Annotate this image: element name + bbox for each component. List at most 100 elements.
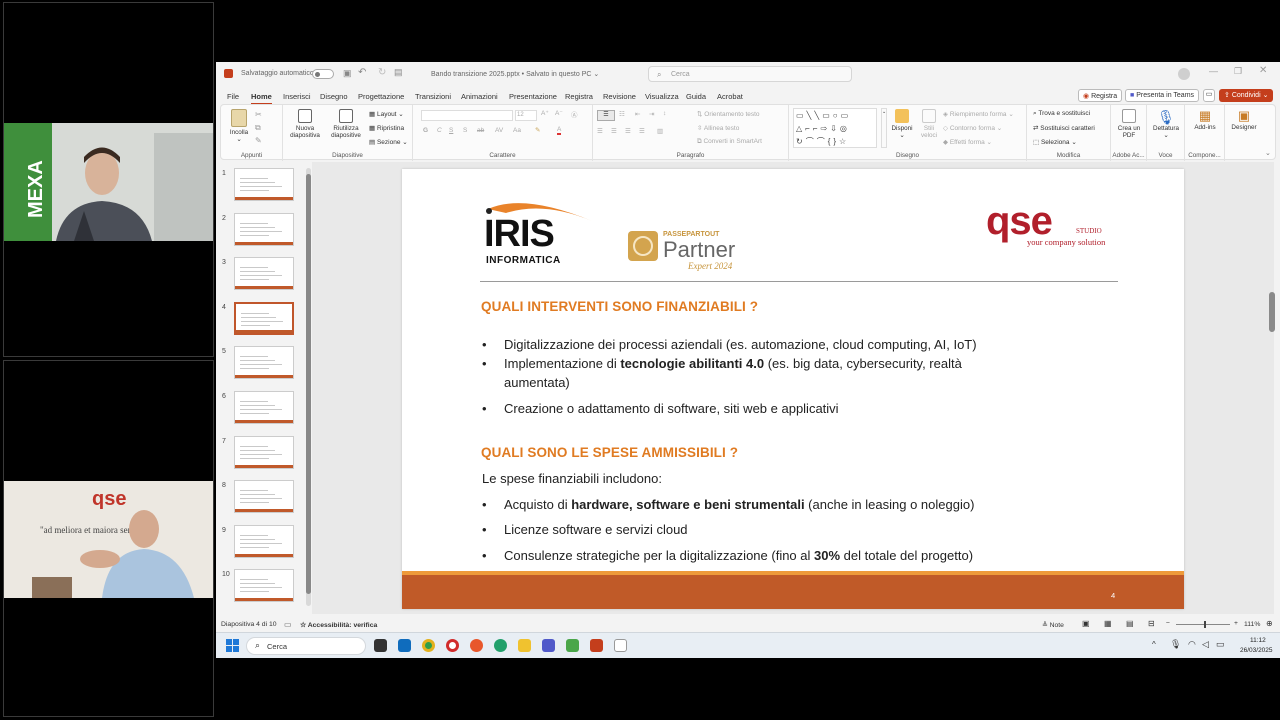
minimize-icon[interactable]: — xyxy=(1209,66,1218,76)
edge-icon[interactable] xyxy=(494,639,507,652)
copy-icon[interactable]: ⧉ xyxy=(255,123,261,133)
grow-font-icon[interactable]: A⁺ xyxy=(541,109,549,117)
decrease-indent-icon[interactable]: ⇤ xyxy=(635,110,640,118)
participant-tile-2[interactable]: qse "ad meliora et maiora semper" xyxy=(3,360,214,717)
wifi-icon[interactable]: ◠ xyxy=(1188,639,1196,650)
comments-icon[interactable]: ▭ xyxy=(1203,89,1215,102)
strikethrough-icon[interactable]: ab xyxy=(477,127,484,134)
user-avatar[interactable] xyxy=(1178,68,1190,80)
tab-insert[interactable]: Inserisci xyxy=(283,92,311,101)
clock-date[interactable]: 26/03/2025 xyxy=(1240,647,1273,654)
collapse-ribbon-icon[interactable]: ⌄ xyxy=(1265,149,1271,157)
align-left-icon[interactable]: ☰ xyxy=(597,127,603,135)
paste-button[interactable]: Incolla ⌄ xyxy=(227,109,251,144)
slide-thumbnail[interactable] xyxy=(234,480,294,514)
tab-slideshow[interactable]: Presentazione xyxy=(509,92,557,101)
slide-thumbnail[interactable] xyxy=(234,346,294,380)
reuse-slides-button[interactable]: Riutilizza diapositive xyxy=(327,109,365,140)
microphone-icon[interactable]: 🎙 xyxy=(1170,639,1181,650)
restore-icon[interactable]: ❐ xyxy=(1234,66,1242,77)
slide-thumbnail[interactable] xyxy=(234,435,294,469)
justify-icon[interactable]: ☰ xyxy=(639,127,645,135)
outlook-icon[interactable] xyxy=(398,639,411,652)
font-color-icon[interactable]: A xyxy=(557,126,562,135)
align-center-icon[interactable]: ☰ xyxy=(611,127,617,135)
windows-start-icon[interactable] xyxy=(226,639,239,652)
save-icon[interactable]: ▣ xyxy=(343,68,352,79)
present-from-start-icon[interactable]: ▤ xyxy=(394,67,403,78)
tab-draw[interactable]: Disegno xyxy=(320,92,348,101)
new-slide-button[interactable]: Nuova diapositiva xyxy=(287,109,323,140)
arrange-button[interactable]: Disponi ⌄ xyxy=(889,109,915,140)
align-right-icon[interactable]: ☰ xyxy=(625,127,631,135)
powerpoint-icon[interactable] xyxy=(590,639,603,652)
slide-thumbnail[interactable] xyxy=(234,168,294,201)
present-in-teams-button[interactable]: ■ Presenta in Teams xyxy=(1125,89,1200,102)
taskbar-search[interactable]: ⌕ Cerca xyxy=(246,637,366,655)
dictate-button[interactable]: 🎙 Dettatura ⌄ xyxy=(1149,109,1183,140)
participant-tile-1[interactable]: MEXA xyxy=(3,2,214,357)
close-icon[interactable]: ✕ xyxy=(1259,65,1267,76)
slide-thumbnail[interactable] xyxy=(234,569,294,603)
share-button[interactable]: ⇪ Condividi ⌄ xyxy=(1219,89,1274,102)
tab-review[interactable]: Revisione xyxy=(603,92,636,101)
tab-acrobat[interactable]: Acrobat xyxy=(717,92,743,101)
accessibility-button[interactable]: ☆ Accessibilità: verifica xyxy=(300,621,377,629)
shadow-icon[interactable]: S xyxy=(463,127,467,134)
clock-time[interactable]: 11:12 xyxy=(1250,637,1266,644)
clear-format-icon[interactable]: Ⓐ xyxy=(571,109,578,119)
zoom-in-icon[interactable]: + xyxy=(1234,620,1238,627)
shrink-font-icon[interactable]: A⁻ xyxy=(555,109,563,117)
reading-view-icon[interactable]: ▤ xyxy=(1126,619,1134,628)
zoom-out-icon[interactable]: − xyxy=(1166,620,1170,627)
tab-file[interactable]: File xyxy=(227,92,239,101)
fit-slide-icon[interactable]: ⊕ xyxy=(1266,619,1273,628)
designer-button[interactable]: ▣ Designer xyxy=(1227,108,1261,131)
search-box[interactable]: ⌕ Cerca xyxy=(648,66,852,82)
slide-thumbnail[interactable] xyxy=(234,524,294,558)
addins-button[interactable]: ▦ Add-ins xyxy=(1187,108,1223,131)
tab-help[interactable]: Guida xyxy=(686,92,706,101)
tab-design[interactable]: Progettazione xyxy=(358,92,404,101)
align-text-button[interactable]: ⇳ Allinea testo xyxy=(697,124,739,132)
chevron-up-icon[interactable]: ^ xyxy=(1152,640,1156,649)
chrome-icon[interactable] xyxy=(422,639,435,652)
tab-view[interactable]: Visualizza xyxy=(645,92,679,101)
redo-icon[interactable]: ↻ xyxy=(378,67,386,78)
slide-thumbnail[interactable] xyxy=(234,391,294,424)
zoom-slider[interactable] xyxy=(1176,621,1230,628)
underline-icon[interactable]: S xyxy=(449,127,453,134)
shapes-more-icon[interactable]: ⌄ xyxy=(881,108,887,148)
char-spacing-icon[interactable]: AV xyxy=(495,127,503,134)
google-icon[interactable] xyxy=(614,639,627,652)
zoom-level[interactable]: 111% xyxy=(1244,621,1260,628)
volume-icon[interactable]: ◁ xyxy=(1202,639,1209,650)
slide-thumbnail[interactable] xyxy=(234,257,294,291)
replace-fonts-button[interactable]: ⇄ Sostituisci caratteri xyxy=(1033,124,1095,132)
text-direction-button[interactable]: ⇅ Orientamento testo xyxy=(697,110,760,118)
undo-icon[interactable]: ↶ xyxy=(358,67,366,78)
find-replace-button[interactable]: ⌕ Trova e sostituisci xyxy=(1033,110,1090,118)
select-button[interactable]: ⬚ Seleziona ⌄ xyxy=(1033,138,1077,146)
cut-icon[interactable]: ✂ xyxy=(255,110,262,119)
change-case-icon[interactable]: Aa xyxy=(513,127,521,134)
canvas-scrollbar[interactable] xyxy=(1269,292,1275,332)
shape-fill-button[interactable]: ◈ Riempimento forma ⌄ xyxy=(943,110,1014,118)
highlight-icon[interactable]: ✎ xyxy=(535,126,540,134)
section-button[interactable]: ▤ Sezione ⌄ xyxy=(369,138,408,146)
shape-effects-button[interactable]: ◆ Effetti forma ⌄ xyxy=(943,138,992,146)
create-pdf-button[interactable]: Crea un PDF xyxy=(1113,109,1145,140)
numbering-icon[interactable]: ☷ xyxy=(619,110,625,118)
italic-icon[interactable]: C xyxy=(437,127,442,134)
tab-record[interactable]: Registra xyxy=(565,92,593,101)
opera-icon[interactable] xyxy=(446,639,459,652)
slide-sorter-icon[interactable]: ▦ xyxy=(1104,619,1112,628)
file-title[interactable]: Bando transizione 2025.pptx • Salvato in… xyxy=(431,70,599,78)
tab-animations[interactable]: Animazioni xyxy=(461,92,498,101)
slide-thumbnail[interactable] xyxy=(234,301,294,335)
normal-view-icon[interactable]: ▣ xyxy=(1082,619,1090,628)
quick-styles-button[interactable]: Stili veloci xyxy=(917,109,941,140)
record-button[interactable]: ◉ Registra xyxy=(1078,89,1123,102)
bullets-icon[interactable]: ☰ xyxy=(597,110,615,121)
firefox-icon[interactable] xyxy=(470,639,483,652)
